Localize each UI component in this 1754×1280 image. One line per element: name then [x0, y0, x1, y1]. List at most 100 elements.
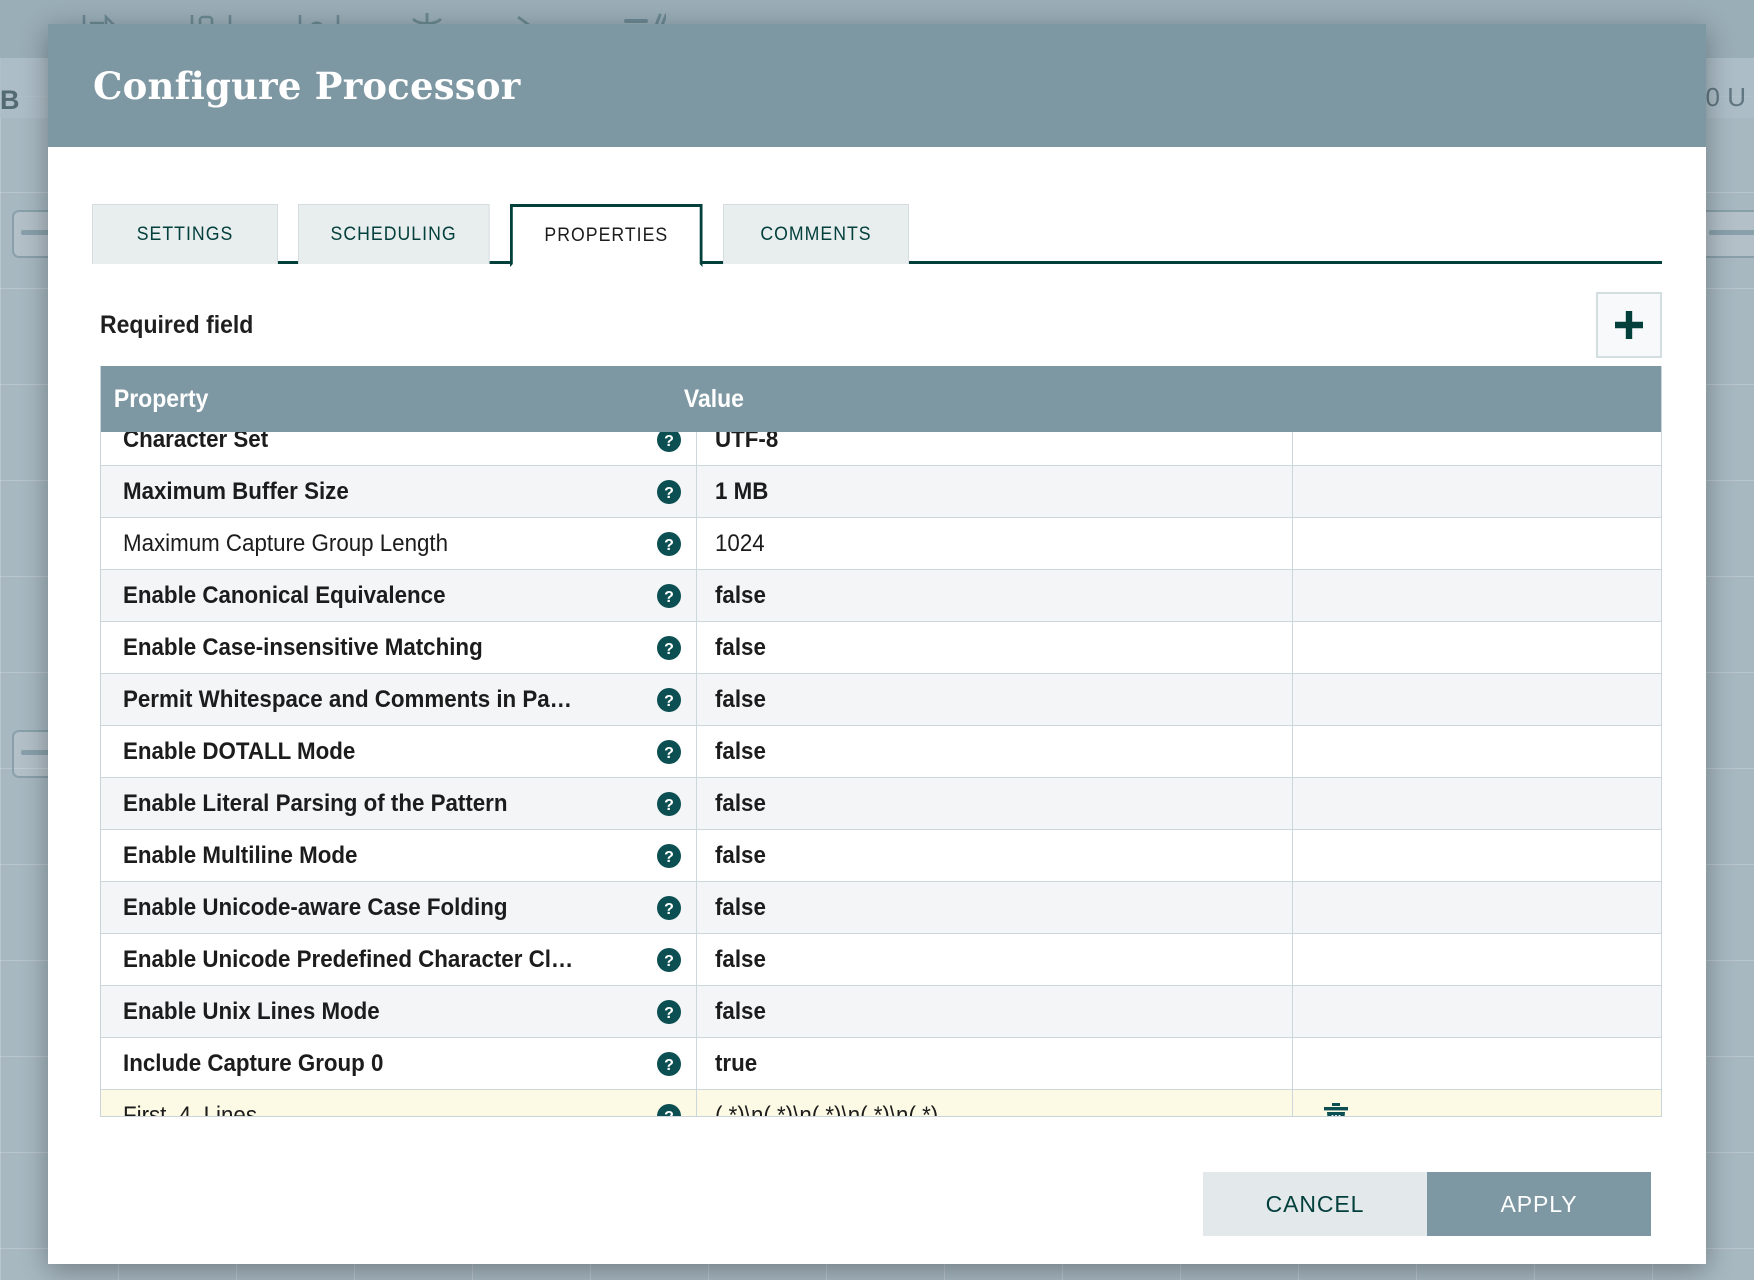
tab-comments[interactable]: COMMENTS	[723, 204, 909, 264]
required-field-row: Required field	[100, 294, 1662, 356]
property-name: Enable Multiline Mode	[123, 842, 357, 870]
value-cell[interactable]: false	[697, 986, 1293, 1037]
property-name: Permit Whitespace and Comments in Pa…	[123, 686, 572, 714]
value-cell[interactable]: false	[697, 934, 1293, 985]
svg-text:?: ?	[664, 797, 674, 814]
svg-text:?: ?	[664, 537, 674, 554]
property-cell[interactable]: Enable Unicode-aware Case Folding?	[101, 882, 697, 933]
svg-text:?: ?	[664, 849, 674, 866]
help-icon[interactable]: ?	[656, 739, 682, 765]
table-row[interactable]: Enable Multiline Mode?false	[101, 830, 1661, 882]
help-icon[interactable]: ?	[656, 583, 682, 609]
property-value: false	[715, 634, 766, 662]
property-cell[interactable]: Enable Unix Lines Mode?	[101, 986, 697, 1037]
tab-label: SETTINGS	[137, 224, 234, 246]
action-cell	[1293, 622, 1661, 673]
value-cell[interactable]: 1 MB	[697, 466, 1293, 517]
value-cell[interactable]: false	[697, 570, 1293, 621]
svg-text:?: ?	[664, 901, 674, 918]
property-cell[interactable]: Enable Literal Parsing of the Pattern?	[101, 778, 697, 829]
property-value: false	[715, 946, 766, 974]
property-name: Enable DOTALL Mode	[123, 738, 355, 766]
table-row[interactable]: Enable Canonical Equivalence? false	[101, 570, 1661, 622]
table-row[interactable]: Enable Unicode Predefined Character Cl…?…	[101, 934, 1661, 986]
dialog-title: Configure Processor	[93, 64, 520, 108]
dialog-header: Configure Processor	[48, 24, 1706, 147]
property-cell[interactable]: Enable Unicode Predefined Character Cl…?	[101, 934, 697, 985]
action-cell	[1293, 1038, 1661, 1089]
delete-property-icon[interactable]	[1323, 1101, 1349, 1117]
help-icon[interactable]: ?	[656, 432, 682, 453]
svg-text:?: ?	[664, 1005, 674, 1022]
property-cell[interactable]: Permit Whitespace and Comments in Pa…?	[101, 674, 697, 725]
tab-label: COMMENTS	[760, 224, 871, 246]
value-cell[interactable]: false	[697, 674, 1293, 725]
help-icon[interactable]: ?	[656, 1103, 682, 1117]
value-cell[interactable]: true	[697, 1038, 1293, 1089]
add-property-button[interactable]	[1596, 292, 1662, 358]
table-row[interactable]: Enable Case-insensitive Matching? false	[101, 622, 1661, 674]
value-cell[interactable]: (.*)\n(.*)\n(.*)\n(.*)\n(.*)	[697, 1090, 1293, 1116]
property-cell[interactable]: Enable Multiline Mode?	[101, 830, 697, 881]
property-cell[interactable]: Maximum Buffer Size?	[101, 466, 697, 517]
help-icon[interactable]: ?	[656, 1051, 682, 1077]
help-icon[interactable]: ?	[656, 531, 682, 557]
property-cell[interactable]: Maximum Capture Group Length?	[101, 518, 697, 569]
apply-button[interactable]: APPLY	[1427, 1172, 1651, 1236]
help-icon[interactable]: ?	[656, 687, 682, 713]
tab-scheduling[interactable]: SCHEDULING	[298, 204, 489, 264]
value-cell[interactable]: false	[697, 830, 1293, 881]
table-row[interactable]: Enable Unicode-aware Case Folding?false	[101, 882, 1661, 934]
svg-text:?: ?	[664, 433, 674, 450]
property-cell[interactable]: Enable DOTALL Mode?	[101, 726, 697, 777]
table-row[interactable]: Character Set?UTF-8	[101, 432, 1661, 466]
tab-settings[interactable]: SETTINGS	[92, 204, 278, 264]
value-cell[interactable]: false	[697, 882, 1293, 933]
tab-label: PROPERTIES	[544, 225, 668, 247]
help-icon[interactable]: ?	[656, 791, 682, 817]
value-cell[interactable]: 1024	[697, 518, 1293, 569]
action-cell	[1293, 570, 1661, 621]
value-cell[interactable]: false	[697, 778, 1293, 829]
value-cell[interactable]: UTF-8	[697, 432, 1293, 465]
help-icon[interactable]: ?	[656, 947, 682, 973]
value-cell[interactable]: false	[697, 726, 1293, 777]
property-name: Enable Case-insensitive Matching	[123, 634, 483, 662]
table-row[interactable]: Maximum Capture Group Length?1024	[101, 518, 1661, 570]
property-cell[interactable]: Enable Case-insensitive Matching?	[101, 622, 697, 673]
table-row[interactable]: Enable DOTALL Mode?false	[101, 726, 1661, 778]
action-cell	[1293, 432, 1661, 465]
table-row[interactable]: Include Capture Group 0? true	[101, 1038, 1661, 1090]
property-cell[interactable]: Enable Canonical Equivalence?	[101, 570, 697, 621]
property-name: Enable Canonical Equivalence	[123, 582, 446, 610]
help-icon[interactable]: ?	[656, 843, 682, 869]
cancel-button-label: CANCEL	[1266, 1191, 1365, 1218]
help-icon[interactable]: ?	[656, 895, 682, 921]
property-cell[interactable]: Include Capture Group 0?	[101, 1038, 697, 1089]
help-icon[interactable]: ?	[656, 999, 682, 1025]
cancel-button[interactable]: CANCEL	[1203, 1172, 1427, 1236]
property-name: Maximum Buffer Size	[123, 478, 349, 506]
table-row[interactable]: Enable Literal Parsing of the Pattern?fa…	[101, 778, 1661, 830]
property-value: false	[715, 998, 766, 1026]
table-row[interactable]: First_4_Lines?(.*)\n(.*)\n(.*)\n(.*)\n(.…	[101, 1090, 1661, 1116]
tab-label: SCHEDULING	[331, 224, 457, 246]
property-cell[interactable]: First_4_Lines?	[101, 1090, 697, 1116]
property-value: true	[715, 1050, 757, 1078]
column-header-property: Property	[101, 385, 625, 414]
help-icon[interactable]: ?	[656, 635, 682, 661]
value-cell[interactable]: false	[697, 622, 1293, 673]
configure-processor-dialog: Configure Processor SETTINGS SCHEDULING …	[48, 24, 1706, 1264]
property-table-body[interactable]: Character Set?UTF-8Maximum Buffer Size?1…	[101, 432, 1661, 1116]
tab-properties[interactable]: PROPERTIES	[510, 204, 703, 267]
help-icon[interactable]: ?	[656, 479, 682, 505]
table-row[interactable]: Enable Unix Lines Mode? false	[101, 986, 1661, 1038]
action-cell	[1293, 882, 1661, 933]
table-row[interactable]: Maximum Buffer Size?1 MB	[101, 466, 1661, 518]
property-value: false	[715, 582, 766, 610]
plus-icon	[1612, 308, 1646, 342]
svg-text:?: ?	[664, 693, 674, 710]
action-cell	[1293, 986, 1661, 1037]
property-cell[interactable]: Character Set?	[101, 432, 697, 465]
table-row[interactable]: Permit Whitespace and Comments in Pa…?fa…	[101, 674, 1661, 726]
